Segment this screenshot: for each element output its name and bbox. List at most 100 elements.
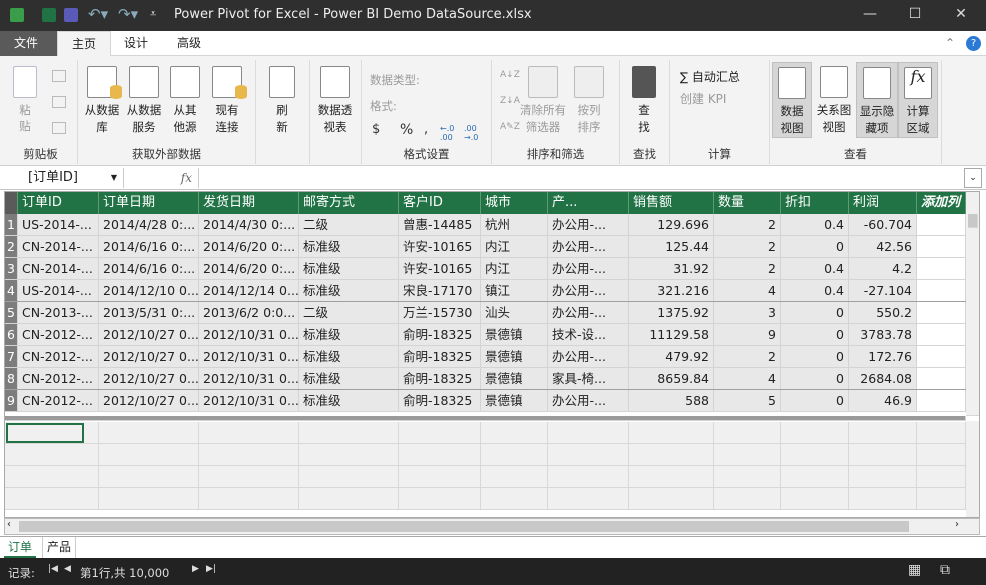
calculation-cell[interactable] xyxy=(917,422,966,444)
table-cell[interactable]: 2014/4/30 0:... xyxy=(199,214,299,236)
redo-icon[interactable]: ↷▾ xyxy=(118,5,138,23)
table-cell[interactable]: -60.704 xyxy=(849,214,917,236)
column-header[interactable]: 城市 xyxy=(481,192,548,214)
scroll-left-icon[interactable]: ‹ xyxy=(7,519,11,530)
calculation-cell[interactable] xyxy=(548,488,629,510)
table-cell[interactable]: 9 xyxy=(714,324,781,346)
table-cell[interactable]: 俞明-18325 xyxy=(399,368,481,390)
select-all-corner[interactable] xyxy=(5,192,18,214)
percent-button[interactable]: % xyxy=(400,122,413,138)
sort-by-column-button[interactable]: 按列排序 xyxy=(572,66,606,136)
table-cell[interactable]: 内江 xyxy=(481,236,548,258)
calculation-area-splitter[interactable] xyxy=(5,416,966,421)
tab-advanced[interactable]: 高级 xyxy=(163,31,215,56)
table-cell[interactable]: 2012/10/27 0... xyxy=(99,346,199,368)
calculation-cell[interactable] xyxy=(481,444,548,466)
row-number[interactable]: 1 xyxy=(5,214,18,236)
table-cell[interactable]: 2014/6/20 0:... xyxy=(199,258,299,280)
table-cell[interactable]: 2014/12/14 0... xyxy=(199,280,299,302)
calculation-cell[interactable] xyxy=(199,488,299,510)
table-cell[interactable]: 2012/10/31 0... xyxy=(199,324,299,346)
tab-home[interactable]: 主页 xyxy=(57,31,112,56)
column-header[interactable]: 销售额 xyxy=(629,192,714,214)
calculation-cell[interactable] xyxy=(714,488,781,510)
sheet-tab-orders[interactable]: 订单 xyxy=(4,537,37,558)
expand-formula-icon[interactable]: ⌄ xyxy=(964,168,982,188)
first-record-icon[interactable]: |◀ xyxy=(48,564,58,574)
tab-file[interactable]: 文件 xyxy=(0,31,57,56)
add-column-cell[interactable] xyxy=(917,258,966,280)
calculation-cell[interactable] xyxy=(714,466,781,488)
table-cell[interactable]: 4 xyxy=(714,368,781,390)
maximize-button[interactable]: ☐ xyxy=(900,6,930,22)
column-header[interactable]: 订单日期 xyxy=(99,192,199,214)
calculation-cell[interactable] xyxy=(299,422,399,444)
calculation-cell[interactable] xyxy=(99,422,199,444)
calculation-cell[interactable] xyxy=(629,444,714,466)
table-cell[interactable]: 2684.08 xyxy=(849,368,917,390)
calculation-cell[interactable] xyxy=(781,444,849,466)
column-header[interactable]: 利润 xyxy=(849,192,917,214)
row-number[interactable]: 3 xyxy=(5,258,18,280)
autosum-button[interactable]: ∑ 自动汇总 xyxy=(680,68,740,85)
calculation-cell[interactable] xyxy=(629,422,714,444)
calculation-cell[interactable] xyxy=(299,488,399,510)
calculation-area-button[interactable]: fx 计算区域 xyxy=(898,62,938,138)
table-cell[interactable]: 129.696 xyxy=(629,214,714,236)
row-number[interactable]: 8 xyxy=(5,368,18,390)
table-cell[interactable]: 125.44 xyxy=(629,236,714,258)
formula-input[interactable] xyxy=(200,168,964,188)
table-cell[interactable]: 办公用-... xyxy=(548,280,629,302)
calculation-cell[interactable] xyxy=(917,488,966,510)
calculation-cell[interactable] xyxy=(481,422,548,444)
table-cell[interactable]: 0 xyxy=(781,236,849,258)
table-cell[interactable]: 家具-椅... xyxy=(548,368,629,390)
table-cell[interactable]: 0 xyxy=(781,324,849,346)
table-cell[interactable]: 办公用-... xyxy=(548,302,629,324)
table-cell[interactable]: 办公用-... xyxy=(548,390,629,412)
table-cell[interactable]: 5 xyxy=(714,390,781,412)
table-cell[interactable]: 0 xyxy=(781,302,849,324)
add-column-cell[interactable] xyxy=(917,346,966,368)
table-cell[interactable]: 31.92 xyxy=(629,258,714,280)
calculation-cell[interactable] xyxy=(714,444,781,466)
table-cell[interactable]: 标准级 xyxy=(299,258,399,280)
table-cell[interactable]: CN-2013-... xyxy=(18,302,99,324)
calculation-cell[interactable] xyxy=(481,488,548,510)
column-header[interactable]: 折扣 xyxy=(781,192,849,214)
table-cell[interactable]: 4 xyxy=(714,280,781,302)
table-cell[interactable]: 2 xyxy=(714,346,781,368)
add-column-cell[interactable] xyxy=(917,324,966,346)
scrollbar-thumb[interactable] xyxy=(968,214,978,228)
table-cell[interactable]: 标准级 xyxy=(299,236,399,258)
sheet-tab-products[interactable]: 产品 xyxy=(42,537,77,558)
calculation-cell[interactable] xyxy=(849,466,917,488)
table-cell[interactable]: 景德镇 xyxy=(481,346,548,368)
calculation-cell[interactable] xyxy=(299,444,399,466)
show-hidden-button[interactable]: 显示隐藏项 xyxy=(856,62,898,138)
calculation-cell[interactable] xyxy=(781,422,849,444)
table-cell[interactable]: 2012/10/27 0... xyxy=(99,324,199,346)
table-cell[interactable]: 8659.84 xyxy=(629,368,714,390)
table-cell[interactable]: CN-2014-... xyxy=(18,236,99,258)
column-header[interactable]: 发货日期 xyxy=(199,192,299,214)
calculation-cell[interactable] xyxy=(629,466,714,488)
table-cell[interactable]: CN-2012-... xyxy=(18,346,99,368)
table-cell[interactable]: 11129.58 xyxy=(629,324,714,346)
table-cell[interactable]: 技术-设... xyxy=(548,324,629,346)
table-cell[interactable]: 办公用-... xyxy=(548,346,629,368)
add-column-cell[interactable] xyxy=(917,302,966,324)
table-cell[interactable]: 2 xyxy=(714,258,781,280)
table-cell[interactable]: 办公用-... xyxy=(548,258,629,280)
data-view-button[interactable]: 数据视图 xyxy=(772,62,812,138)
column-header[interactable]: 数量 xyxy=(714,192,781,214)
from-database-button[interactable]: 从数据库 xyxy=(84,66,122,136)
table-cell[interactable]: -27.104 xyxy=(849,280,917,302)
table-cell[interactable]: US-2014-... xyxy=(18,280,99,302)
minimize-button[interactable]: — xyxy=(855,6,885,22)
clear-sort-icon[interactable]: A✎Z xyxy=(500,122,520,132)
table-cell[interactable]: 2014/6/20 0:... xyxy=(199,236,299,258)
table-cell[interactable]: 俞明-18325 xyxy=(399,324,481,346)
row-number[interactable]: 2 xyxy=(5,236,18,258)
table-cell[interactable]: 2012/10/27 0... xyxy=(99,368,199,390)
